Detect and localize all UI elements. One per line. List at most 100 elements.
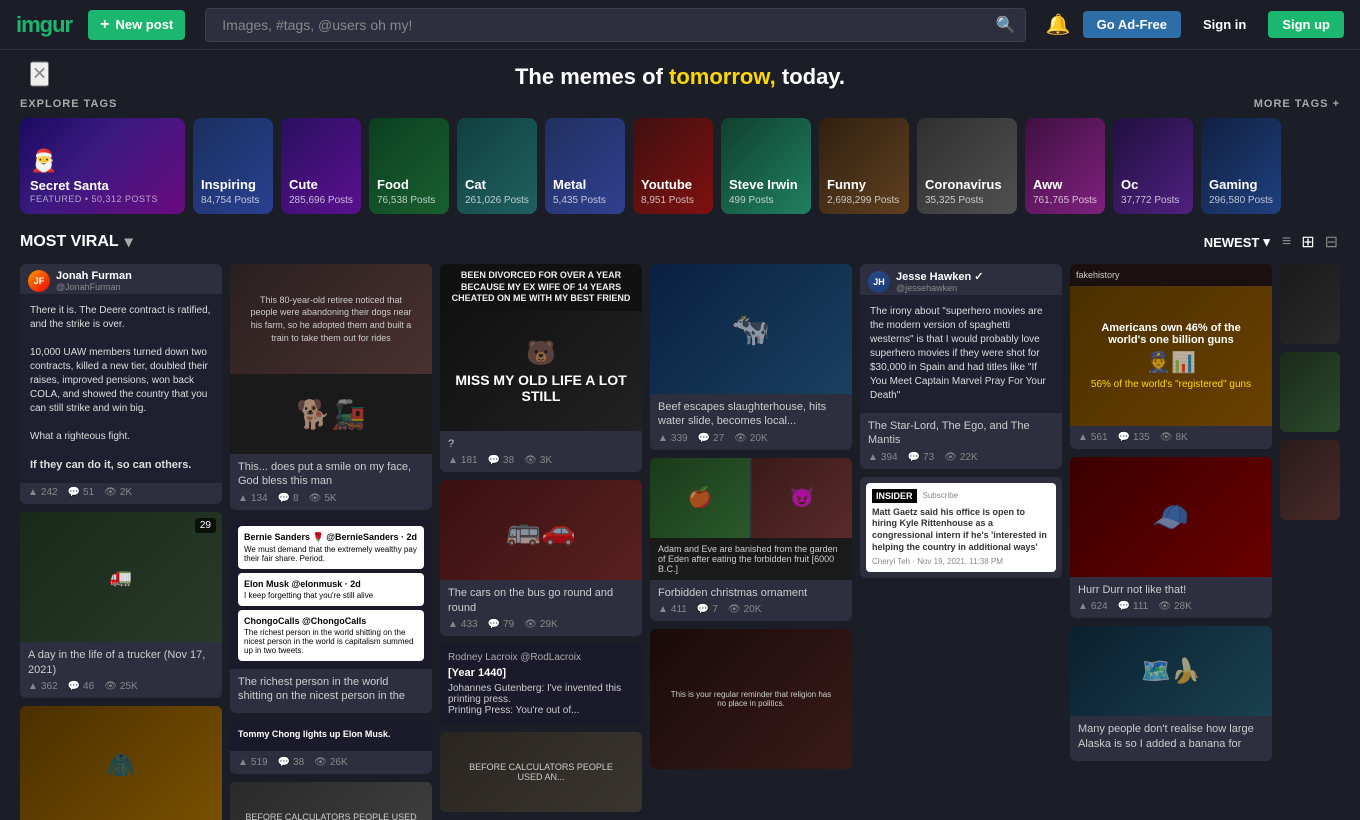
- post-card[interactable]: 🚛 29 A day in the life of a trucker (Nov…: [20, 512, 222, 698]
- tag-name: Metal: [553, 177, 617, 193]
- post-text-overlay: This 80-year-old retiree noticed that pe…: [238, 286, 424, 352]
- post-image: 🐻 MISS MY OLD LIFE A LOT STILL: [440, 311, 642, 431]
- post-info: Many people don't realise how large Alas…: [1070, 716, 1272, 761]
- post-card[interactable]: [1280, 352, 1340, 432]
- comment-icon: 💬: [1118, 432, 1130, 443]
- post-card[interactable]: [1280, 264, 1340, 344]
- search-icon-button[interactable]: 🔍: [996, 15, 1016, 35]
- tag-card-aww[interactable]: Aww 761,765 Posts: [1025, 118, 1105, 214]
- post-card[interactable]: INSIDER Subscribe Matt Gaetz said his of…: [860, 477, 1062, 579]
- search-input[interactable]: [205, 8, 1026, 42]
- tag-name: Aww: [1033, 177, 1097, 193]
- masonry-col-4: JH Jesse Hawken ✓ @jessehawken The irony…: [860, 264, 1062, 578]
- tag-card-coronavirus[interactable]: Coronavirus 35,325 Posts: [917, 118, 1017, 214]
- post-card[interactable]: BEEN DIVORCED FOR OVER A YEAR BECAUSE MY…: [440, 264, 642, 472]
- tag-card-cat[interactable]: Cat 261,026 Posts: [457, 118, 537, 214]
- tag-card-inspiring[interactable]: Inspiring 84,754 Posts: [193, 118, 273, 214]
- post-card[interactable]: 🧢 Hurr Durr not like that! ▲624 💬111 👁28…: [1070, 457, 1272, 618]
- tag-card-food[interactable]: Food 76,538 Posts: [369, 118, 449, 214]
- post-image: This is your regular reminder that relig…: [650, 629, 852, 769]
- newest-sort-button[interactable]: NEWEST ▾: [1204, 234, 1270, 250]
- tag-card-metal[interactable]: Metal 5,435 Posts: [545, 118, 625, 214]
- likes-stat: ▲394: [868, 452, 898, 463]
- post-title: The cars on the bus go round and round: [448, 586, 634, 615]
- likes-stat: ▲433: [448, 619, 478, 630]
- tag-card-inner: Steve Irwin 499 Posts: [721, 118, 811, 214]
- upvote-icon: ▲: [28, 681, 38, 692]
- tag-card-oc[interactable]: Oc 37,772 Posts: [1113, 118, 1193, 214]
- notification-icon[interactable]: 🔔: [1046, 12, 1071, 37]
- list-view-button[interactable]: ≡: [1280, 230, 1293, 254]
- post-card[interactable]: BEFORE CALCULATORS PEOPLE USED AN...: [230, 782, 432, 820]
- comment-icon: 💬: [278, 493, 290, 504]
- comments-stat: 💬111: [1118, 601, 1149, 612]
- grid-view-button[interactable]: ⊞: [1299, 230, 1316, 254]
- post-card[interactable]: This is your regular reminder that relig…: [650, 629, 852, 769]
- new-post-button[interactable]: + New post: [88, 10, 185, 40]
- tag-card-inner: Cat 261,026 Posts: [457, 118, 537, 214]
- tag-card-funny[interactable]: Funny 2,698,299 Posts: [819, 118, 909, 214]
- post-card[interactable]: Tommy Chong lights up Elon Musk. ▲519 💬3…: [230, 721, 432, 774]
- post-user-row: JH Jesse Hawken ✓ @jessehawken: [860, 264, 1062, 295]
- tag-name: Food: [377, 177, 441, 193]
- avatar: JH: [868, 271, 890, 293]
- post-card[interactable]: JF Jonah Furman @JonahFurman There it is…: [20, 264, 222, 504]
- tag-card-cute[interactable]: Cute 285,696 Posts: [281, 118, 361, 214]
- content-area[interactable]: EXPLORE TAGS MORE TAGS + 🎅 Secret Santa …: [0, 98, 1360, 820]
- tag-count: 37,772 Posts: [1121, 195, 1185, 206]
- tag-card-inner: Cute 285,696 Posts: [281, 118, 361, 214]
- comments-count: 27: [713, 433, 724, 444]
- search-icon: 🔍: [996, 17, 1016, 34]
- comments-stat: 💬 51: [68, 487, 95, 498]
- tags-section: EXPLORE TAGS MORE TAGS + 🎅 Secret Santa …: [0, 98, 1360, 224]
- tag-card-gaming[interactable]: Gaming 296,580 Posts: [1201, 118, 1281, 214]
- close-headline-button[interactable]: ✕: [30, 62, 49, 87]
- likes-count: 433: [461, 619, 478, 630]
- post-card[interactable]: Rodney Lacroix @RodLacroix [Year 1440] J…: [440, 644, 642, 724]
- post-card[interactable]: JH Jesse Hawken ✓ @jessehawken The irony…: [860, 264, 1062, 469]
- view-icon: 👁: [309, 493, 322, 504]
- post-title: The richest person in the world shitting…: [238, 675, 424, 704]
- post-card[interactable]: [1280, 440, 1340, 520]
- comment-icon: 💬: [68, 681, 80, 692]
- tag-count: 2,698,299 Posts: [827, 195, 901, 206]
- tag-card-secret-santa[interactable]: 🎅 Secret Santa FEATURED • 50,312 Posts: [20, 118, 185, 214]
- new-post-label: New post: [115, 17, 173, 32]
- post-card[interactable]: This 80-year-old retiree noticed that pe…: [230, 264, 432, 510]
- tag-card-inner: Funny 2,698,299 Posts: [819, 118, 909, 214]
- upvote-icon: ▲: [1078, 601, 1088, 612]
- logo[interactable]: imgur: [16, 12, 72, 38]
- tag-featured-badge: FEATURED • 50,312 Posts: [30, 194, 175, 204]
- post-stats: ▲134 💬8 👁5K: [238, 493, 424, 504]
- views-stat: 👁28K: [1158, 601, 1192, 612]
- post-card[interactable]: 🐄 Beef escapes slaughterhouse, hits wate…: [650, 264, 852, 450]
- views-count: 2K: [120, 487, 132, 498]
- post-card[interactable]: 🍎 😈 Adam and Eve are banished from the g…: [650, 458, 852, 621]
- post-card[interactable]: fakehistory Americans own 46% of the wor…: [1070, 264, 1272, 449]
- tags-header: EXPLORE TAGS MORE TAGS +: [20, 98, 1340, 110]
- tag-name: Youtube: [641, 177, 705, 193]
- post-card[interactable]: 🚌🚗 The cars on the bus go round and roun…: [440, 480, 642, 636]
- views-count: 3K: [540, 455, 552, 466]
- more-tags-button[interactable]: MORE TAGS +: [1254, 98, 1340, 110]
- likes-count: 339: [671, 433, 688, 444]
- go-ad-free-button[interactable]: Go Ad-Free: [1083, 11, 1181, 38]
- post-image: This 80-year-old retiree noticed that pe…: [230, 264, 432, 374]
- tag-card-inner: Gaming 296,580 Posts: [1201, 118, 1281, 214]
- news-meta: Cheryl Teh · Nov 19, 2021, 11:38 PM: [872, 557, 1050, 566]
- comment-icon: 💬: [908, 452, 920, 463]
- sign-in-button[interactable]: Sign in: [1193, 11, 1256, 38]
- post-card[interactable]: Bernie Sanders 🌹 @BernieSanders · 2d We …: [230, 518, 432, 714]
- likes-count: 394: [881, 452, 898, 463]
- post-info: The cars on the bus go round and round ▲…: [440, 580, 642, 636]
- post-card[interactable]: 🗺️🍌 Many people don't realise how large …: [1070, 626, 1272, 761]
- masonry-view-button[interactable]: ⊟: [1323, 230, 1340, 254]
- tag-card-inner: Aww 761,765 Posts: [1025, 118, 1105, 214]
- post-card[interactable]: 🧥: [20, 706, 222, 820]
- tag-card-youtube[interactable]: Youtube 8,951 Posts: [633, 118, 713, 214]
- tag-card-steve-irwin[interactable]: Steve Irwin 499 Posts: [721, 118, 811, 214]
- likes-count: 362: [41, 681, 58, 692]
- comments-count: 73: [923, 452, 934, 463]
- sign-up-button[interactable]: Sign up: [1268, 11, 1344, 38]
- user-handle: @jessehawken: [896, 283, 984, 293]
